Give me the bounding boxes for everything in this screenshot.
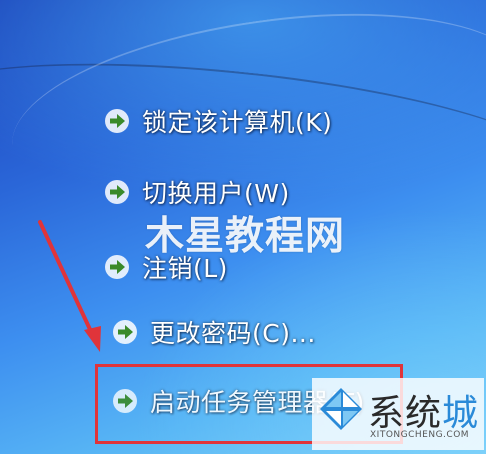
site-brand-main: 系统 [368,393,443,434]
site-brand-accent: 城 [442,393,480,434]
lock-computer-label: 锁定该计算机(K) [142,108,333,137]
windows-logo-icon [320,388,362,430]
lock-computer-option[interactable]: 锁定该计算机(K) [104,103,332,139]
change-password-option[interactable]: 更改密码(C)... [112,314,316,350]
green-arrow-icon [105,109,129,133]
green-arrow-icon [113,320,137,344]
site-brand-text: 系统城 [368,384,479,436]
green-arrow-icon [105,180,129,204]
site-watermark-logo: 系统城 XITONGCHENG.COM [312,378,484,450]
center-watermark: 木星教程网 [145,214,346,259]
green-arrow-icon [105,255,129,279]
site-url-text: XITONGCHENG.COM [370,430,470,440]
change-password-label: 更改密码(C)... [150,319,316,348]
